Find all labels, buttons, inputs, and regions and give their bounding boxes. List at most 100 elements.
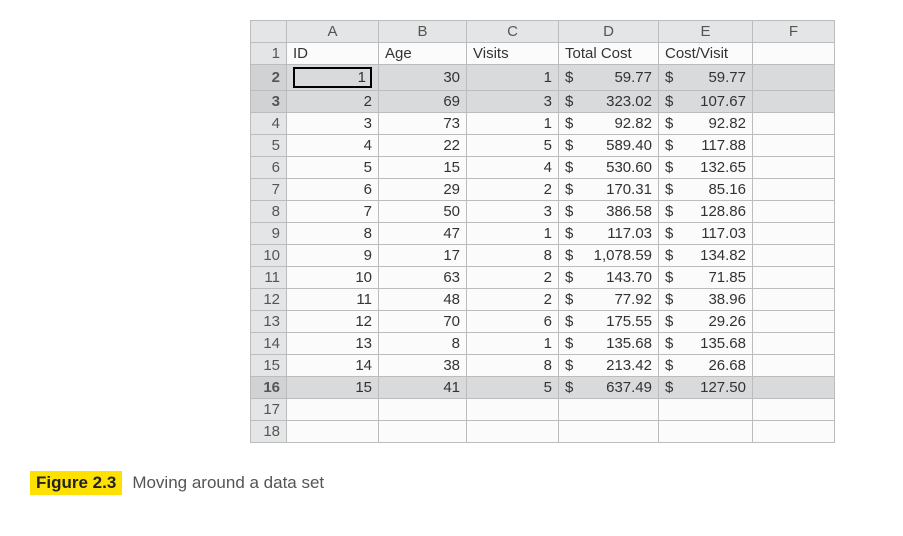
cell-C4[interactable]: 1 bbox=[467, 113, 559, 135]
cell-F13[interactable] bbox=[753, 311, 835, 333]
row-header-15[interactable]: 15 bbox=[251, 355, 287, 377]
cell-E18[interactable] bbox=[659, 421, 753, 443]
cell-D8[interactable]: $386.58 bbox=[559, 201, 659, 223]
cell-D17[interactable] bbox=[559, 399, 659, 421]
cell-A16[interactable]: 15 bbox=[287, 377, 379, 399]
cell-A18[interactable] bbox=[287, 421, 379, 443]
cell-C11[interactable]: 2 bbox=[467, 267, 559, 289]
cell-F4[interactable] bbox=[753, 113, 835, 135]
column-header-B[interactable]: B bbox=[379, 21, 467, 43]
row-header-1[interactable]: 1 bbox=[251, 43, 287, 65]
cell-E13[interactable]: $29.26 bbox=[659, 311, 753, 333]
cell-E11[interactable]: $71.85 bbox=[659, 267, 753, 289]
column-header-D[interactable]: D bbox=[559, 21, 659, 43]
cell-A12[interactable]: 11 bbox=[287, 289, 379, 311]
cell-F11[interactable] bbox=[753, 267, 835, 289]
cell-C8[interactable]: 3 bbox=[467, 201, 559, 223]
cell-D6[interactable]: $530.60 bbox=[559, 157, 659, 179]
cell-F12[interactable] bbox=[753, 289, 835, 311]
cell-D9[interactable]: $117.03 bbox=[559, 223, 659, 245]
row-header-3[interactable]: 3 bbox=[251, 91, 287, 113]
cell-B12[interactable]: 48 bbox=[379, 289, 467, 311]
cell-E5[interactable]: $117.88 bbox=[659, 135, 753, 157]
cell-B18[interactable] bbox=[379, 421, 467, 443]
cell-B14[interactable]: 8 bbox=[379, 333, 467, 355]
cell-A11[interactable]: 10 bbox=[287, 267, 379, 289]
cell-A17[interactable] bbox=[287, 399, 379, 421]
row-header-4[interactable]: 4 bbox=[251, 113, 287, 135]
cell-B7[interactable]: 29 bbox=[379, 179, 467, 201]
cell-F5[interactable] bbox=[753, 135, 835, 157]
cell-E3[interactable]: $107.67 bbox=[659, 91, 753, 113]
cell-E2[interactable]: $59.77 bbox=[659, 65, 753, 91]
cell-C13[interactable]: 6 bbox=[467, 311, 559, 333]
cell-E6[interactable]: $132.65 bbox=[659, 157, 753, 179]
cell-C15[interactable]: 8 bbox=[467, 355, 559, 377]
cell-B9[interactable]: 47 bbox=[379, 223, 467, 245]
cell-D7[interactable]: $170.31 bbox=[559, 179, 659, 201]
row-header-18[interactable]: 18 bbox=[251, 421, 287, 443]
cell-C1[interactable]: Visits bbox=[467, 43, 559, 65]
cell-E4[interactable]: $92.82 bbox=[659, 113, 753, 135]
row-header-2[interactable]: 2 bbox=[251, 65, 287, 91]
cell-F2[interactable] bbox=[753, 65, 835, 91]
cell-A2[interactable]: 1 bbox=[287, 65, 379, 91]
cell-B5[interactable]: 22 bbox=[379, 135, 467, 157]
cell-F6[interactable] bbox=[753, 157, 835, 179]
cell-D14[interactable]: $135.68 bbox=[559, 333, 659, 355]
cell-A5[interactable]: 4 bbox=[287, 135, 379, 157]
cell-C3[interactable]: 3 bbox=[467, 91, 559, 113]
cell-C18[interactable] bbox=[467, 421, 559, 443]
cell-F15[interactable] bbox=[753, 355, 835, 377]
cell-F8[interactable] bbox=[753, 201, 835, 223]
cell-C7[interactable]: 2 bbox=[467, 179, 559, 201]
column-header-F[interactable]: F bbox=[753, 21, 835, 43]
cell-D4[interactable]: $92.82 bbox=[559, 113, 659, 135]
row-header-7[interactable]: 7 bbox=[251, 179, 287, 201]
row-header-13[interactable]: 13 bbox=[251, 311, 287, 333]
cell-E15[interactable]: $26.68 bbox=[659, 355, 753, 377]
cell-C9[interactable]: 1 bbox=[467, 223, 559, 245]
cell-D3[interactable]: $323.02 bbox=[559, 91, 659, 113]
cell-D1[interactable]: Total Cost bbox=[559, 43, 659, 65]
cell-A3[interactable]: 2 bbox=[287, 91, 379, 113]
cell-C12[interactable]: 2 bbox=[467, 289, 559, 311]
cell-D11[interactable]: $143.70 bbox=[559, 267, 659, 289]
cell-B16[interactable]: 41 bbox=[379, 377, 467, 399]
cell-A14[interactable]: 13 bbox=[287, 333, 379, 355]
row-header-17[interactable]: 17 bbox=[251, 399, 287, 421]
cell-C10[interactable]: 8 bbox=[467, 245, 559, 267]
row-header-6[interactable]: 6 bbox=[251, 157, 287, 179]
cell-B2[interactable]: 30 bbox=[379, 65, 467, 91]
cell-E9[interactable]: $117.03 bbox=[659, 223, 753, 245]
cell-A1[interactable]: ID bbox=[287, 43, 379, 65]
cell-D16[interactable]: $637.49 bbox=[559, 377, 659, 399]
cell-A13[interactable]: 12 bbox=[287, 311, 379, 333]
cell-F3[interactable] bbox=[753, 91, 835, 113]
row-header-14[interactable]: 14 bbox=[251, 333, 287, 355]
cell-F7[interactable] bbox=[753, 179, 835, 201]
cell-C16[interactable]: 5 bbox=[467, 377, 559, 399]
cell-B6[interactable]: 15 bbox=[379, 157, 467, 179]
row-header-12[interactable]: 12 bbox=[251, 289, 287, 311]
cell-E14[interactable]: $135.68 bbox=[659, 333, 753, 355]
cell-B3[interactable]: 69 bbox=[379, 91, 467, 113]
cell-F16[interactable] bbox=[753, 377, 835, 399]
cell-A7[interactable]: 6 bbox=[287, 179, 379, 201]
cell-E10[interactable]: $134.82 bbox=[659, 245, 753, 267]
row-header-5[interactable]: 5 bbox=[251, 135, 287, 157]
cell-A15[interactable]: 14 bbox=[287, 355, 379, 377]
cell-E1[interactable]: Cost/Visit bbox=[659, 43, 753, 65]
cell-D12[interactable]: $77.92 bbox=[559, 289, 659, 311]
cell-A8[interactable]: 7 bbox=[287, 201, 379, 223]
cell-D15[interactable]: $213.42 bbox=[559, 355, 659, 377]
row-header-9[interactable]: 9 bbox=[251, 223, 287, 245]
cell-C14[interactable]: 1 bbox=[467, 333, 559, 355]
cell-B11[interactable]: 63 bbox=[379, 267, 467, 289]
select-all-corner[interactable] bbox=[251, 21, 287, 43]
cell-A9[interactable]: 8 bbox=[287, 223, 379, 245]
cell-C5[interactable]: 5 bbox=[467, 135, 559, 157]
row-header-16[interactable]: 16 bbox=[251, 377, 287, 399]
column-header-C[interactable]: C bbox=[467, 21, 559, 43]
cell-D2[interactable]: $59.77 bbox=[559, 65, 659, 91]
